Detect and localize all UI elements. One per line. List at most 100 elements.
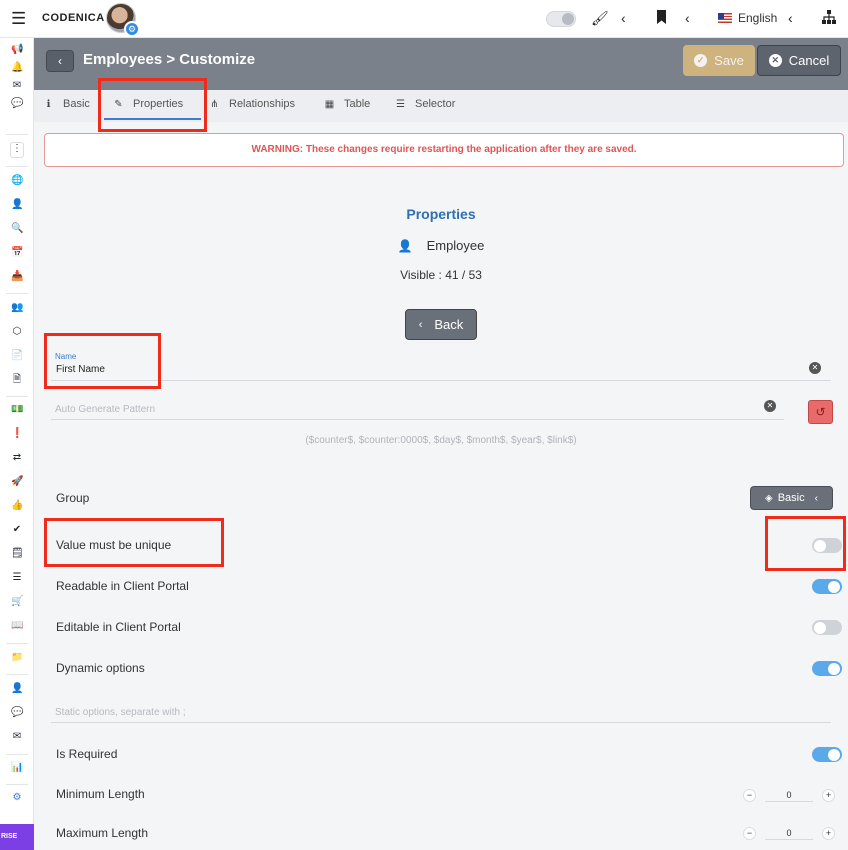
page-header: ‹ Employees > Customize ✓ Save ✕ Cancel xyxy=(34,38,848,90)
brush-icon[interactable]: 🖌 xyxy=(591,10,609,26)
person-icon: 👤 xyxy=(397,238,413,253)
user-icon[interactable]: 👤 xyxy=(11,199,23,211)
pattern-field-underline xyxy=(51,419,784,420)
mail-icon[interactable]: ✉ xyxy=(11,80,23,92)
folder-icon[interactable]: 📁 xyxy=(11,652,23,664)
edit-icon: ✎ xyxy=(114,98,123,110)
language-selector[interactable]: English xyxy=(718,11,777,25)
chevron-left-icon: ‹ xyxy=(418,318,423,331)
restart-warning: WARNING: These changes require restartin… xyxy=(44,133,844,167)
min-length-label: Minimum Length xyxy=(56,787,145,801)
more-icon[interactable]: ⋮ xyxy=(10,142,24,158)
search-icon[interactable]: 🔍 xyxy=(11,223,23,235)
tab-selector[interactable]: ☰ Selector xyxy=(395,98,455,110)
list-icon: ☰ xyxy=(396,98,405,110)
min-length-stepper: − 0 + xyxy=(743,787,835,803)
bell-icon[interactable]: 🔔 xyxy=(11,62,23,74)
table-icon: ▦ xyxy=(324,98,335,110)
max-length-label: Maximum Length xyxy=(56,826,149,840)
alert-icon[interactable]: ❗ xyxy=(11,428,23,440)
language-label: English xyxy=(738,11,778,25)
file-icon[interactable]: 📄 xyxy=(11,350,23,362)
user-check-icon[interactable]: ✔ xyxy=(11,524,23,536)
tab-table[interactable]: ▦ Table xyxy=(324,98,371,110)
active-tab-indicator xyxy=(104,118,201,120)
max-length-input[interactable]: 0 xyxy=(765,826,813,840)
tab-properties[interactable]: ✎ Properties xyxy=(113,98,183,110)
editable-toggle[interactable] xyxy=(812,620,842,635)
static-options-underline xyxy=(51,722,831,723)
increment-button[interactable]: + xyxy=(822,788,835,802)
tab-relationships[interactable]: ⋔ Relationships xyxy=(209,98,295,110)
tab-bar: ℹ Basic ✎ Properties ⋔ Relationships ▦ T… xyxy=(34,90,848,122)
edition-badge: RISE xyxy=(0,824,34,850)
sticky-note-icon[interactable]: 🗒 xyxy=(11,548,24,560)
chevron-left-icon[interactable]: ‹ xyxy=(685,10,690,26)
decrement-button[interactable]: − xyxy=(743,826,756,840)
cancel-button[interactable]: ✕ Cancel xyxy=(757,45,841,76)
users-icon[interactable]: 👥 xyxy=(11,302,23,314)
us-flag-icon xyxy=(718,13,732,23)
sidebar: 📢 🔔 ✉ 💬 ⋮ 🌐 👤 🔍 📅 📥 👥 ⬡ 📄 🗎 💵 ❗ ⇄ 🚀 👍 ✔ … xyxy=(0,38,34,850)
envelope-icon[interactable]: ✉ xyxy=(11,731,23,743)
brand-name: CODENICA xyxy=(42,12,105,24)
sitemap-icon[interactable] xyxy=(822,10,836,27)
decrement-button[interactable]: − xyxy=(743,788,756,802)
required-toggle[interactable] xyxy=(812,747,842,762)
list-icon[interactable]: ☰ xyxy=(11,572,23,584)
max-length-stepper: − 0 + xyxy=(743,825,835,841)
save-button[interactable]: ✓ Save xyxy=(683,45,755,76)
entity-row: 👤 Employee xyxy=(34,238,848,253)
chevron-left-icon[interactable]: ‹ xyxy=(788,10,793,26)
increment-button[interactable]: + xyxy=(822,826,835,840)
close-icon: ✕ xyxy=(768,54,782,67)
min-length-input[interactable]: 0 xyxy=(765,788,813,802)
readable-toggle[interactable] xyxy=(812,579,842,594)
name-field-underline xyxy=(51,380,831,381)
thumbs-up-icon[interactable]: 👍 xyxy=(11,500,23,512)
cubes-icon[interactable]: ⬡ xyxy=(11,326,23,338)
money-icon[interactable]: 💵 xyxy=(11,404,23,416)
required-label: Is Required xyxy=(56,747,118,761)
comments-icon[interactable]: 💬 xyxy=(11,707,23,719)
clear-pattern-icon[interactable]: ✕ xyxy=(764,400,776,412)
user-tie-icon[interactable]: 👤 xyxy=(11,683,23,695)
readable-label: Readable in Client Portal xyxy=(56,579,189,593)
book-icon[interactable]: 📖 xyxy=(11,620,23,632)
megaphone-icon[interactable]: 📢 xyxy=(11,44,23,56)
header-back-button[interactable]: ‹ xyxy=(46,50,74,72)
entity-name: Employee xyxy=(426,238,485,253)
document-icon[interactable]: 🗎 xyxy=(11,374,23,386)
cart-icon[interactable]: 🛒 xyxy=(11,596,23,608)
cog-icon[interactable]: ⚙ xyxy=(11,792,23,804)
unique-toggle[interactable] xyxy=(812,538,842,553)
chat-icon[interactable]: 💬 xyxy=(11,98,23,110)
settings-badge-icon[interactable]: ⚙ xyxy=(124,21,140,37)
properties-title: Properties xyxy=(406,206,476,222)
visible-count: Visible : 41 / 53 xyxy=(400,268,482,282)
menu-icon[interactable]: ☰ xyxy=(11,10,26,27)
inbox-icon[interactable]: 📥 xyxy=(11,271,23,283)
chart-icon[interactable]: 📊 xyxy=(11,762,23,774)
calendar-icon[interactable]: 📅 xyxy=(11,247,23,259)
layers-icon: ◈ xyxy=(765,492,773,504)
top-bar: ☰ CODENICA ⚙ 🖌 ‹ ‹ English ‹ xyxy=(0,0,848,38)
name-input[interactable]: First Name xyxy=(56,364,105,375)
group-select-button[interactable]: ◈ Basic ‹ xyxy=(750,486,833,510)
back-button[interactable]: ‹ Back xyxy=(405,309,477,340)
reset-pattern-button[interactable]: ↺ xyxy=(808,400,833,424)
dynamic-toggle[interactable] xyxy=(812,661,842,676)
bookmark-icon[interactable] xyxy=(656,10,667,27)
clear-name-icon[interactable]: ✕ xyxy=(809,362,821,374)
globe-icon[interactable]: 🌐 xyxy=(11,175,23,187)
chevron-left-icon[interactable]: ‹ xyxy=(621,10,626,26)
info-icon: ℹ xyxy=(46,98,51,110)
theme-toggle[interactable] xyxy=(546,11,576,27)
rocket-icon[interactable]: 🚀 xyxy=(11,476,23,488)
exchange-icon[interactable]: ⇄ xyxy=(11,452,23,464)
unique-label: Value must be unique xyxy=(56,538,172,552)
name-field-label: Name xyxy=(55,352,77,361)
tab-basic[interactable]: ℹ Basic xyxy=(43,98,90,110)
pattern-input[interactable]: Auto Generate Pattern xyxy=(55,404,155,415)
static-options-input[interactable]: Static options, separate with ; xyxy=(55,707,186,718)
